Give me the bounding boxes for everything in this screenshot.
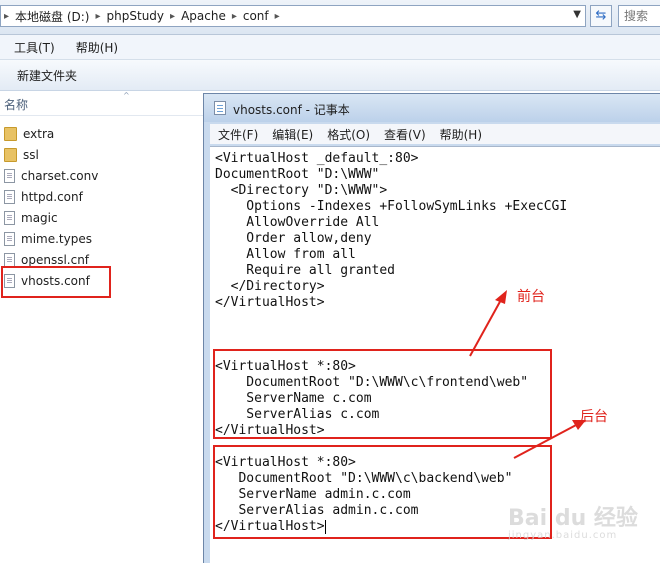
file-name: ssl (23, 148, 39, 162)
file-name: charset.conv (21, 169, 99, 183)
watermark-sub: jingyan.baidu.com (508, 530, 618, 541)
file-name: magic (21, 211, 58, 225)
address-dropdown-icon[interactable]: ▼ (573, 9, 581, 20)
breadcrumb-item[interactable]: conf (240, 9, 272, 23)
list-item[interactable]: httpd.conf (4, 187, 83, 207)
file-icon (4, 169, 15, 183)
breadcrumb-item[interactable]: Apache (178, 9, 229, 23)
list-item[interactable]: mime.types (4, 229, 92, 249)
menu-help[interactable]: 帮助(H) (432, 126, 488, 143)
folder-icon (4, 148, 17, 162)
menu-view[interactable]: 查看(V) (376, 126, 432, 143)
watermark-main: Bai du 经验 (508, 506, 638, 531)
explorer-menu-bar: 工具(T) 帮助(H) (0, 35, 660, 60)
vhosts-highlight-box (1, 266, 111, 298)
breadcrumb-chevron-icon[interactable]: ▸ (93, 11, 104, 22)
list-item[interactable]: ssl (4, 145, 39, 165)
sort-indicator-icon: ^ (123, 91, 130, 100)
menu-help[interactable]: 帮助(H) (62, 39, 125, 56)
baidu-watermark: Bai du 经验 jingyan.baidu.com (508, 500, 638, 541)
text-line: Allow from all (215, 247, 356, 262)
file-name: httpd.conf (21, 190, 83, 204)
file-icon (4, 232, 15, 246)
text-line: </Directory> (215, 279, 325, 294)
text-line: Order allow,deny (215, 231, 372, 246)
list-item[interactable]: magic (4, 208, 58, 228)
refresh-icon: ⇆ (595, 8, 607, 23)
window-title: vhosts.conf - 记事本 (233, 103, 350, 117)
text-line: <Directory "D:\WWW"> (215, 183, 388, 198)
text-line: DocumentRoot "D:\WWW" (215, 167, 380, 182)
breadcrumb-chevron-icon[interactable]: ▸ (167, 11, 178, 22)
breadcrumb-chevron-icon[interactable]: ▸ (229, 11, 240, 22)
menu-file[interactable]: 文件(F) (210, 126, 264, 143)
menu-format[interactable]: 格式(O) (319, 126, 376, 143)
menu-tools[interactable]: 工具(T) (0, 39, 62, 56)
text-line: <VirtualHost _default_:80> (215, 151, 419, 166)
column-header-label: 名称 (4, 98, 29, 112)
file-icon (4, 211, 15, 225)
text-line: Require all granted (215, 263, 396, 278)
breadcrumb-item[interactable]: 本地磁盘 (D:) (12, 8, 92, 25)
frontend-label: 前台 (517, 289, 545, 305)
refresh-button[interactable]: ⇆ (590, 5, 612, 27)
file-name: mime.types (21, 232, 92, 246)
explorer-toolbar: 新建文件夹 (0, 60, 660, 91)
text-line: AllowOverride All (215, 215, 380, 230)
column-header-name[interactable]: 名称 ^ (0, 91, 205, 116)
text-line: Options -Indexes +FollowSymLinks +ExecCG… (215, 199, 568, 214)
list-item[interactable]: extra (4, 124, 54, 144)
file-name: extra (23, 127, 55, 141)
breadcrumb-chevron-icon[interactable]: ▸ (272, 11, 283, 22)
new-folder-button[interactable]: 新建文件夹 (17, 67, 77, 84)
file-icon (4, 253, 15, 267)
frontend-highlight-box (213, 349, 552, 439)
folder-icon (4, 127, 17, 141)
text-line: </VirtualHost> (215, 295, 325, 310)
list-item[interactable]: charset.conv (4, 166, 98, 186)
notepad-icon (214, 101, 226, 115)
notepad-menu-bar: 文件(F) 编辑(E) 格式(O) 查看(V) 帮助(H) (210, 124, 660, 144)
notepad-title-bar[interactable]: vhosts.conf - 记事本 (204, 94, 660, 122)
file-list: 名称 ^ extra ssl charset.conv httpd.conf m… (0, 91, 205, 563)
backend-label: 后台 (580, 409, 608, 425)
backend-highlight-box (213, 445, 552, 539)
menu-edit[interactable]: 编辑(E) (264, 126, 319, 143)
address-bar[interactable]: ▸ 本地磁盘 (D:) ▸ phpStudy ▸ Apache ▸ conf ▸… (0, 5, 586, 27)
file-name: openssl.cnf (21, 253, 90, 267)
breadcrumb-chevron-icon[interactable]: ▸ (1, 11, 12, 22)
breadcrumb-item[interactable]: phpStudy (104, 9, 168, 23)
file-icon (4, 190, 15, 204)
address-bar-area: ▸ 本地磁盘 (D:) ▸ phpStudy ▸ Apache ▸ conf ▸… (0, 0, 660, 35)
search-input[interactable]: 搜索 (618, 5, 660, 27)
